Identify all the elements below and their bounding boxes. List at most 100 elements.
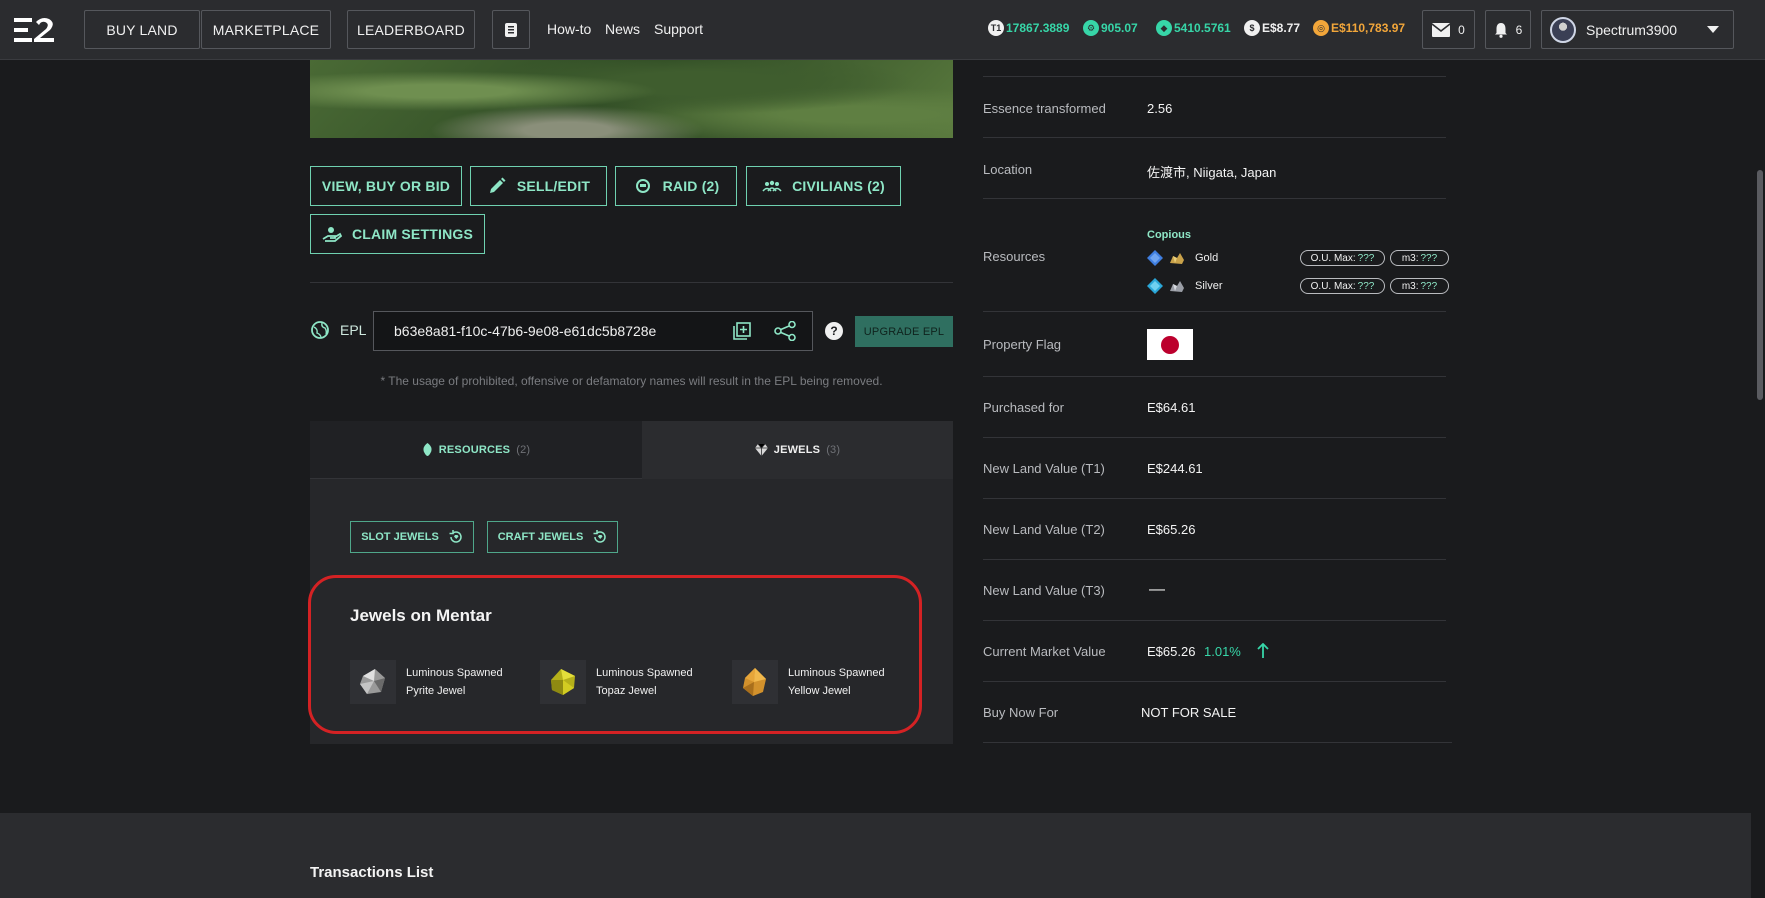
envelope-icon (1432, 22, 1451, 37)
details-row-t3: New Land Value (T3) — (983, 560, 1446, 621)
essence-balance[interactable]: ⚙ 905.07 (1083, 20, 1138, 36)
refresh-gem-icon (593, 530, 607, 543)
t1-value-label: New Land Value (T1) (983, 461, 1105, 476)
t1-balance[interactable]: T1 17867.3889 (988, 20, 1069, 36)
details-row-purchased: Purchased for E$64.61 (983, 377, 1446, 438)
nav-link-support[interactable]: Support (654, 21, 703, 37)
diamond-icon (1147, 250, 1163, 266)
silver-ore-icon (1170, 281, 1184, 292)
leaderboard-button[interactable]: LEADERBOARD (347, 10, 475, 49)
leaf-icon (423, 443, 432, 456)
buy-land-button[interactable]: BUY LAND (84, 10, 200, 49)
copy-icon[interactable] (732, 321, 752, 341)
purchased-value: E$64.61 (1147, 400, 1196, 415)
nav-link-how-to[interactable]: How-to (547, 21, 591, 37)
raid-helmet-icon (635, 179, 650, 193)
scrollbar-thumb[interactable] (1757, 170, 1763, 400)
messages-count: 0 (1458, 22, 1465, 37)
jewel-item-yellow[interactable]: Luminous Spawned Yellow Jewel (732, 660, 885, 704)
document-icon (505, 22, 517, 37)
slot-jewels-button[interactable]: SLOT JEWELS (350, 521, 474, 553)
diamond-icon (1147, 278, 1163, 294)
refresh-gem-icon (449, 530, 462, 543)
user-menu[interactable]: Spectrum3900 (1541, 10, 1734, 49)
tab-resources[interactable]: RESOURCES (2) (310, 421, 642, 479)
username: Spectrum3900 (1586, 21, 1678, 38)
silver-m3-badge: m3:??? (1390, 278, 1449, 294)
notifications-count: 6 (1515, 22, 1523, 37)
jewels-highlight-box (308, 575, 922, 734)
ether-balance[interactable]: ◆ 5410.5761 (1156, 20, 1231, 36)
m3-label: m3: (1401, 252, 1419, 264)
marketplace-button[interactable]: MARKETPLACE (201, 10, 331, 49)
craft-jewels-button[interactable]: CRAFT JEWELS (487, 521, 618, 553)
ou-max-value: ??? (1357, 252, 1375, 264)
t1-value: E$244.61 (1147, 461, 1203, 476)
civilians-button[interactable]: CIVILIANS (2) (746, 166, 901, 206)
m3-value: ??? (1420, 280, 1438, 292)
jewel-item-pyrite[interactable]: Luminous Spawned Pyrite Jewel (350, 660, 503, 704)
sell-edit-button[interactable]: SELL/EDIT (470, 166, 607, 206)
pyrite-gem-icon (350, 660, 396, 704)
earth2-logo[interactable] (14, 16, 56, 44)
tab-jewels[interactable]: JEWELS (3) (642, 421, 953, 479)
details-row-t2: New Land Value (T2) E$65.26 (983, 499, 1446, 560)
view-buy-bid-button[interactable]: VIEW, BUY OR BID (310, 166, 462, 206)
notifications-button[interactable]: 6 (1485, 10, 1531, 49)
globe-icon (311, 321, 329, 339)
transactions-list-title: Transactions List (310, 864, 434, 881)
details-row-t1: New Land Value (T1) E$244.61 (983, 438, 1446, 499)
resources-label: Resources (983, 249, 1046, 264)
t1-balance-value: 17867.3889 (1006, 21, 1070, 35)
epl-input[interactable]: b63e8a81-f10c-47b6-9e08-e61dc5b8728e (373, 311, 813, 351)
tab-jewels-count: (3) (826, 444, 841, 456)
market-value-change: 1.01% (1204, 644, 1241, 659)
tab-jewels-label: JEWELS (773, 444, 821, 456)
property-satellite-image (310, 60, 953, 138)
gold-coin-icon: ◎ (1313, 20, 1329, 36)
raid-button[interactable]: RAID (2) (615, 166, 737, 206)
messages-button[interactable]: 0 (1422, 10, 1475, 49)
claim-settings-button[interactable]: CLAIM SETTINGS (310, 214, 485, 254)
epl-label-text: EPL (340, 322, 367, 338)
jewel-item-topaz[interactable]: Luminous Spawned Topaz Jewel (540, 660, 693, 704)
resource-gold[interactable]: Gold (1147, 250, 1218, 266)
t3-value-label: New Land Value (T3) (983, 583, 1105, 598)
tab-resources-label: RESOURCES (438, 443, 511, 456)
coin-balance[interactable]: ◎ E$110,783.97 (1313, 20, 1405, 36)
ou-max-label: O.U. Max: (1310, 252, 1356, 264)
japan-flag (1147, 329, 1193, 360)
ou-max-label: O.U. Max: (1310, 280, 1356, 292)
essence-icon: ⚙ (1083, 20, 1099, 36)
silver-ou-max-badge: O.U. Max:??? (1300, 278, 1385, 294)
m3-value: ??? (1420, 252, 1438, 264)
cash-balance[interactable]: $ E$8.77 (1244, 20, 1300, 36)
location-label: Location (983, 162, 1033, 177)
t1-token-icon: T1 (988, 20, 1004, 36)
ether-balance-value: 5410.5761 (1174, 21, 1231, 35)
jewel-name-line2: Topaz Jewel (596, 685, 657, 697)
share-icon[interactable] (774, 321, 796, 341)
gem-icon (754, 444, 768, 456)
notes-button[interactable] (492, 10, 530, 49)
resource-silver[interactable]: Silver (1147, 278, 1223, 294)
upgrade-epl-button[interactable]: UPGRADE EPL (855, 316, 953, 347)
topaz-gem-icon (540, 660, 586, 704)
view-buy-bid-label: VIEW, BUY OR BID (321, 178, 451, 194)
avatar (1550, 16, 1576, 43)
nav-link-news[interactable]: News (605, 21, 640, 37)
raid-label: RAID (2) (662, 178, 720, 194)
jewel-name-line1: Luminous Spawned (406, 667, 503, 679)
property-flag-label: Property Flag (983, 337, 1062, 352)
gold-m3-badge: m3:??? (1390, 250, 1449, 266)
sell-edit-label: SELL/EDIT (516, 178, 591, 194)
civilians-label: CIVILIANS (2) (792, 178, 885, 194)
slot-jewels-label: SLOT JEWELS (361, 531, 439, 543)
epl-value: b63e8a81-f10c-47b6-9e08-e61dc5b8728e (394, 323, 657, 339)
tab-resources-count: (2) (516, 443, 531, 456)
essence-value: 2.56 (1147, 101, 1173, 116)
details-row-location: Location 佐渡市, Niigata, Japan (983, 138, 1446, 199)
epl-help-icon[interactable]: ? (825, 322, 843, 340)
resources-tier: Copious (1147, 229, 1191, 241)
t3-value: — (1149, 581, 1165, 598)
